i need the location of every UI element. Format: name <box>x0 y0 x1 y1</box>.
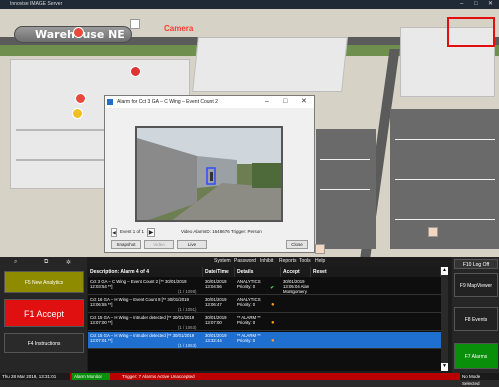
instructions-button[interactable]: F4 Instructions <box>4 333 84 353</box>
status-alarm-monitor: Alarm Monitor <box>72 373 110 380</box>
camera-label: Camera <box>164 24 194 33</box>
camera-marker[interactable] <box>130 66 141 77</box>
row-count: (1 / 1063) <box>178 343 197 348</box>
settings-icon[interactable]: ✲ <box>66 259 71 266</box>
maximize-button[interactable]: □ <box>474 0 478 9</box>
row-details: ** ALARM ** Priority: 0 <box>237 333 261 343</box>
row-details: ANALYTICS Priority: 0 <box>237 297 261 307</box>
row-accept: 30/01/2019 13:05:04 Alan Montgomery <box>283 279 310 294</box>
menu-tools[interactable]: Tools <box>299 257 311 266</box>
right-action-column: F10 Log Off F9 MapViewer F8 Events F7 Al… <box>452 257 499 373</box>
camera-video-frame[interactable] <box>135 126 283 222</box>
row-description: Cct 15 GA – H Wing – Intruder detected [… <box>90 315 195 325</box>
row-count: (1 / 1091) <box>178 307 197 312</box>
parking-line <box>395 179 495 180</box>
parking-line <box>320 189 370 190</box>
alarm-table: Description: Alarm 4 of 4 Date/Time Deta… <box>88 267 448 371</box>
alarm-icon: ● <box>271 321 275 326</box>
table-row-selected[interactable]: Cct 15 GA – H Wing – Intruder detected [… <box>88 332 441 349</box>
left-action-column: ⌕ ⧉ ✲ F5 New Analytics F1 Accept F4 Inst… <box>0 257 87 373</box>
live-button[interactable]: Live <box>177 240 207 249</box>
popup-close-button[interactable]: ✕ <box>301 96 307 108</box>
status-mode: No Mode Selected <box>460 373 499 386</box>
events-button[interactable]: F8 Events <box>454 307 498 331</box>
scroll-up-icon[interactable]: ▲ <box>441 267 448 275</box>
accept-button[interactable]: F1 Accept <box>4 299 84 327</box>
app-icon <box>107 99 113 105</box>
camera-marker[interactable] <box>73 27 84 38</box>
table-row[interactable]: Cct 3 GA – C Wing – Event Count 2 [** 30… <box>88 278 441 295</box>
camera-marker[interactable] <box>428 227 438 237</box>
parking-line <box>320 159 370 160</box>
warehouse-building <box>192 37 348 92</box>
parking-line <box>395 219 495 220</box>
menu-inhibit[interactable]: Inhibit <box>260 257 273 266</box>
table-row[interactable]: Cct 16 GA – H Wing – Event Count 8 [** 3… <box>88 296 441 313</box>
table-row[interactable]: Cct 15 GA – H Wing – Intruder detected [… <box>88 314 441 331</box>
row-description: Cct 15 GA – H Wing – Intruder detected [… <box>90 333 195 343</box>
new-analytics-button[interactable]: F5 New Analytics <box>4 271 84 293</box>
status-bar: Thu 28 Mar 2019, 13:31:01 Alarm Monitor … <box>0 373 499 386</box>
map-viewer-button[interactable]: F9 MapViewer <box>454 273 498 297</box>
row-datetime: 30/01/2019 13:04:56 <box>205 279 227 289</box>
minimize-button[interactable]: – <box>460 0 463 9</box>
menu-help[interactable]: Help <box>315 257 325 266</box>
column-accept[interactable]: Accept <box>281 267 311 277</box>
row-datetime: 30/01/2019 13:07:00 <box>205 315 227 325</box>
video-info: Video AlarmID: 1648676 Trigger: Person <box>181 229 262 234</box>
popup-maximize-button[interactable]: □ <box>283 96 287 108</box>
popup-title: Alarm for Cct 3 GA – C Wing – Event Coun… <box>117 99 218 105</box>
table-scrollbar[interactable]: ▲ ▼ <box>441 267 448 371</box>
analytics-icon: ● <box>271 303 275 308</box>
binoculars-icon[interactable]: ⧉ <box>44 259 48 266</box>
window-titlebar: Innovise IMAGE Server – □ ✕ <box>0 0 499 9</box>
column-details[interactable]: Details <box>235 267 281 277</box>
search-icon[interactable]: ⌕ <box>14 259 17 266</box>
popup-controls: ◀ Event 1 of 1 ▶ Video AlarmID: 1648676 … <box>111 228 309 250</box>
close-button[interactable]: ✕ <box>488 0 493 9</box>
menu-reports[interactable]: Reports <box>279 257 297 266</box>
menu-bar: System Password Inhibit Reports Tools He… <box>88 257 448 266</box>
status-trigger: Trigger: 7 Alarms Active Unaccepted <box>122 374 195 379</box>
alarm-marker[interactable] <box>75 93 86 104</box>
alarm-popup-window[interactable]: Alarm for Cct 3 GA – C Wing – Event Coun… <box>104 95 315 253</box>
column-datetime[interactable]: Date/Time <box>203 267 235 277</box>
scroll-down-icon[interactable]: ▼ <box>441 363 448 371</box>
menu-password[interactable]: Password <box>234 257 256 266</box>
snapshot-button[interactable]: Snapshot <box>111 240 141 249</box>
popup-titlebar: Alarm for Cct 3 GA – C Wing – Event Coun… <box>105 96 314 108</box>
alarm-zone-highlight <box>447 17 495 47</box>
popup-close-action-button[interactable]: Close <box>286 240 308 249</box>
row-count: (1 / 1063) <box>178 325 197 330</box>
column-description[interactable]: Description: Alarm 4 of 4 <box>88 267 203 277</box>
menu-system[interactable]: System <box>214 257 231 266</box>
window-title: Innovise IMAGE Server <box>10 1 63 7</box>
row-count: (1 / 1098) <box>178 289 197 294</box>
next-event-button[interactable]: ▶ <box>147 228 155 237</box>
video-button[interactable]: Video <box>144 240 174 249</box>
alarms-button[interactable]: F7 Alarms <box>454 343 498 369</box>
event-counter: Event 1 of 1 <box>120 229 145 234</box>
prev-event-button[interactable]: ◀ <box>111 228 117 237</box>
column-reset[interactable]: Reset <box>311 267 441 277</box>
status-datetime: Thu 28 Mar 2019, 13:31:01 <box>0 373 70 380</box>
camera-marker[interactable] <box>130 19 140 29</box>
row-datetime: 30/01/2019 13:06:47 <box>205 297 227 307</box>
row-datetime: 30/01/2019 13:32:44 <box>205 333 227 343</box>
warning-marker[interactable] <box>72 108 83 119</box>
row-details: ** ALARM ** Priority: 0 <box>237 315 261 325</box>
alarm-icon: ● <box>271 339 275 344</box>
camera-snapshot <box>137 128 281 220</box>
parking-line <box>395 139 495 140</box>
popup-minimize-button[interactable]: – <box>265 96 269 108</box>
accepted-check-icon: ✔ <box>270 286 276 291</box>
row-description: Cct 3 GA – C Wing – Event Count 2 [** 30… <box>90 279 187 289</box>
row-details: ANALYTICS Priority: 0 <box>237 279 261 289</box>
log-off-button[interactable]: F10 Log Off <box>454 259 498 269</box>
row-description: Cct 16 GA – H Wing – Event Count 8 [** 3… <box>90 297 189 307</box>
toolbar-icons: ⌕ ⧉ ✲ <box>4 259 84 267</box>
camera-marker[interactable] <box>315 244 325 254</box>
